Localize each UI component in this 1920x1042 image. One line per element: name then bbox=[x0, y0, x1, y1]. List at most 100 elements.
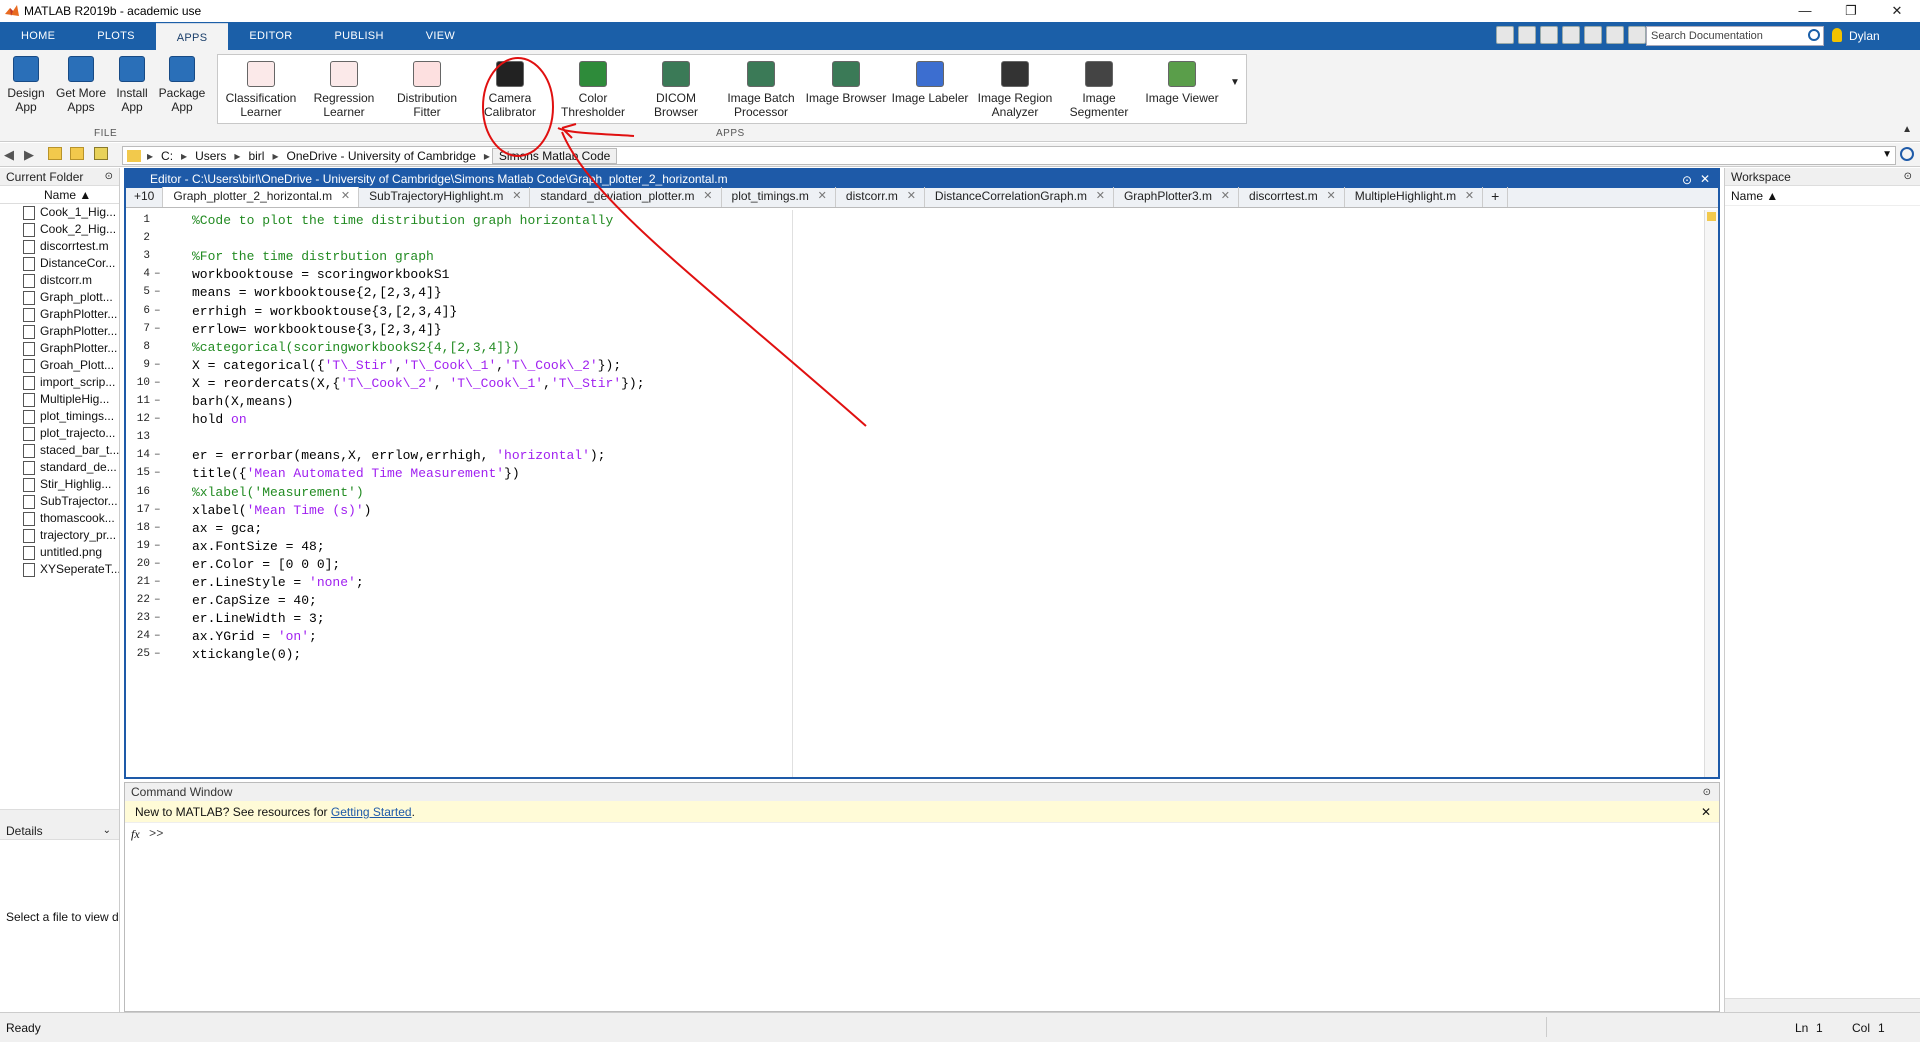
editor-tab-graph-plotter[interactable]: Graph_plotter_2_horizontal.m bbox=[163, 187, 360, 207]
breakpoint-marker[interactable]: – bbox=[154, 630, 161, 642]
app-classification-learner[interactable]: Classification Learner bbox=[223, 61, 299, 119]
get-more-apps-button[interactable]: Get More Apps bbox=[54, 56, 108, 114]
redo-icon[interactable] bbox=[1606, 26, 1624, 44]
code-line[interactable]: workbooktouse = scoringworkbookS1 bbox=[192, 267, 449, 282]
function-browser-icon[interactable]: fx bbox=[131, 823, 140, 845]
tab-overflow[interactable]: +10 bbox=[126, 187, 164, 207]
design-app-button[interactable]: Design App bbox=[6, 56, 46, 114]
details-title[interactable]: Details ⌄ bbox=[0, 822, 119, 840]
file-list-item[interactable]: GraphPlotter... bbox=[0, 306, 119, 323]
file-list-item[interactable]: import_scrip... bbox=[0, 374, 119, 391]
chevron-down-icon[interactable]: ⌄ bbox=[103, 822, 111, 840]
path-segment[interactable]: birl bbox=[242, 149, 270, 163]
editor-tab[interactable]: GraphPlotter3.m bbox=[1114, 187, 1240, 207]
file-list-item[interactable]: SubTrajector... bbox=[0, 493, 119, 510]
file-list-item[interactable]: discorrtest.m bbox=[0, 238, 119, 255]
current-path[interactable]: ▸ C: ▸ Users ▸ birl ▸ OneDrive - Univers… bbox=[122, 146, 1896, 165]
code-line[interactable]: means = workbooktouse{2,[2,3,4]} bbox=[192, 285, 442, 300]
file-list-item[interactable]: plot_trajecto... bbox=[0, 425, 119, 442]
paste-icon[interactable] bbox=[1562, 26, 1580, 44]
file-list-item[interactable]: trajectory_pr... bbox=[0, 527, 119, 544]
file-list-item[interactable]: staced_bar_t... bbox=[0, 442, 119, 459]
name-column-header[interactable]: Name ▲ bbox=[0, 186, 119, 204]
file-list-item[interactable]: GraphPlotter... bbox=[0, 340, 119, 357]
code-area[interactable]: 1 2 3 4–5–6–7–8 9–10–11–12–13 14–15–16 17–18–1… bbox=[126, 210, 1718, 777]
horizontal-scrollbar[interactable] bbox=[0, 809, 119, 823]
editor-tab[interactable]: standard_deviation_plotter.m bbox=[530, 187, 722, 207]
breakpoint-marker[interactable]: – bbox=[154, 305, 161, 317]
app-image-labeler[interactable]: Image Labeler bbox=[890, 61, 970, 105]
install-app-button[interactable]: Install App bbox=[112, 56, 152, 114]
breakpoint-marker[interactable]: – bbox=[154, 268, 161, 280]
editor-tab[interactable]: MultipleHighlight.m bbox=[1345, 187, 1484, 207]
tab-editor[interactable]: EDITOR bbox=[228, 22, 313, 50]
back-icon[interactable]: ◀ bbox=[4, 147, 14, 163]
code-line[interactable]: xlabel('Mean Time (s)') bbox=[192, 503, 371, 518]
search-icon[interactable] bbox=[1808, 29, 1820, 41]
file-list-item[interactable]: thomascook... bbox=[0, 510, 119, 527]
tab-publish[interactable]: PUBLISH bbox=[314, 22, 405, 50]
switch-windows-icon[interactable] bbox=[1628, 26, 1646, 44]
close-notice-icon[interactable]: ✕ bbox=[1701, 801, 1711, 823]
command-window-menu-icon[interactable]: ⊙ bbox=[1703, 784, 1711, 802]
breakpoint-marker[interactable]: – bbox=[154, 558, 161, 570]
workspace-scrollbar[interactable] bbox=[1725, 998, 1920, 1012]
editor-tab[interactable]: discorrtest.m bbox=[1239, 187, 1345, 207]
file-list-item[interactable]: untitled.png bbox=[0, 544, 119, 561]
command-prompt-line[interactable]: fx >> bbox=[125, 823, 1719, 845]
browse-folder-icon[interactable] bbox=[70, 147, 84, 160]
search-documentation-input[interactable]: Search Documentation bbox=[1646, 26, 1824, 46]
path-segment-current[interactable]: Simons Matlab Code bbox=[491, 147, 618, 164]
file-list-item[interactable]: Graph_plott... bbox=[0, 289, 119, 306]
code-line[interactable]: er.Color = [0 0 0]; bbox=[192, 557, 340, 572]
breakpoint-marker[interactable]: – bbox=[154, 449, 161, 461]
editor-tab[interactable]: DistanceCorrelationGraph.m bbox=[925, 187, 1114, 207]
panel-menu-icon[interactable]: ⊙ bbox=[105, 168, 113, 186]
undo-icon[interactable] bbox=[1584, 26, 1602, 44]
app-dicom-browser[interactable]: DICOM Browser bbox=[638, 61, 714, 119]
breakpoint-marker[interactable]: – bbox=[154, 467, 161, 479]
code-line[interactable]: er = errorbar(means,X, errlow,errhigh, '… bbox=[192, 448, 605, 463]
breakpoint-marker[interactable]: – bbox=[154, 576, 161, 588]
app-camera-calibrator[interactable]: Camera Calibrator bbox=[472, 61, 548, 119]
tab-plots[interactable]: PLOTS bbox=[76, 22, 156, 50]
breakpoint-marker[interactable]: – bbox=[154, 413, 161, 425]
search-folder-icon[interactable] bbox=[1900, 147, 1914, 161]
bell-icon[interactable] bbox=[1832, 28, 1842, 42]
code-line[interactable]: %For the time distrbution graph bbox=[192, 249, 434, 264]
editor-menu-icon[interactable]: ⊙ bbox=[1682, 171, 1692, 189]
file-list-item[interactable]: Stir_Highlig... bbox=[0, 476, 119, 493]
code-line[interactable]: errhigh = workbooktouse{3,[2,3,4]} bbox=[192, 304, 457, 319]
path-dropdown-icon[interactable]: ▼ bbox=[1882, 149, 1892, 160]
code-line[interactable]: ax.YGrid = 'on'; bbox=[192, 629, 317, 644]
editor-tab[interactable]: SubTrajectoryHighlight.m bbox=[359, 187, 531, 207]
new-tab-button[interactable]: + bbox=[1483, 187, 1509, 207]
restore-icon[interactable]: ❐ bbox=[1828, 0, 1874, 22]
breakpoint-marker[interactable]: – bbox=[154, 612, 161, 624]
code-line[interactable]: X = categorical({'T\_Stir','T\_Cook\_1',… bbox=[192, 358, 621, 373]
path-segment[interactable]: Users bbox=[189, 149, 232, 163]
code-line[interactable]: barh(X,means) bbox=[192, 394, 293, 409]
app-image-batch-processor[interactable]: Image Batch Processor bbox=[721, 61, 801, 119]
app-image-viewer[interactable]: Image Viewer bbox=[1141, 61, 1223, 105]
file-list-item[interactable]: Cook_1_Hig... bbox=[0, 204, 119, 221]
code-line[interactable]: xtickangle(0); bbox=[192, 647, 301, 662]
close-icon[interactable]: ✕ bbox=[1874, 0, 1920, 22]
getting-started-link[interactable]: Getting Started bbox=[331, 805, 412, 819]
save-icon[interactable] bbox=[1496, 26, 1514, 44]
code-line[interactable]: er.CapSize = 40; bbox=[192, 593, 317, 608]
breakpoint-marker[interactable]: – bbox=[154, 648, 161, 660]
code-line[interactable]: %xlabel('Measurement') bbox=[192, 485, 364, 500]
tab-home[interactable]: HOME bbox=[0, 22, 76, 50]
breakpoint-marker[interactable]: – bbox=[154, 504, 161, 516]
tab-view[interactable]: VIEW bbox=[405, 22, 476, 50]
code-line[interactable]: er.LineStyle = 'none'; bbox=[192, 575, 364, 590]
code-line[interactable]: %categorical(scoringworkbookS2{4,[2,3,4]… bbox=[192, 340, 520, 355]
file-list-item[interactable]: MultipleHig... bbox=[0, 391, 119, 408]
file-list-item[interactable]: Cook_2_Hig... bbox=[0, 221, 119, 238]
workspace-name-header[interactable]: Name ▲ bbox=[1725, 186, 1920, 206]
file-list-item[interactable]: plot_timings... bbox=[0, 408, 119, 425]
app-color-thresholder[interactable]: Color Thresholder bbox=[555, 61, 631, 119]
file-list-item[interactable]: standard_de... bbox=[0, 459, 119, 476]
expand-gallery-icon[interactable]: ▼ bbox=[1230, 77, 1240, 88]
